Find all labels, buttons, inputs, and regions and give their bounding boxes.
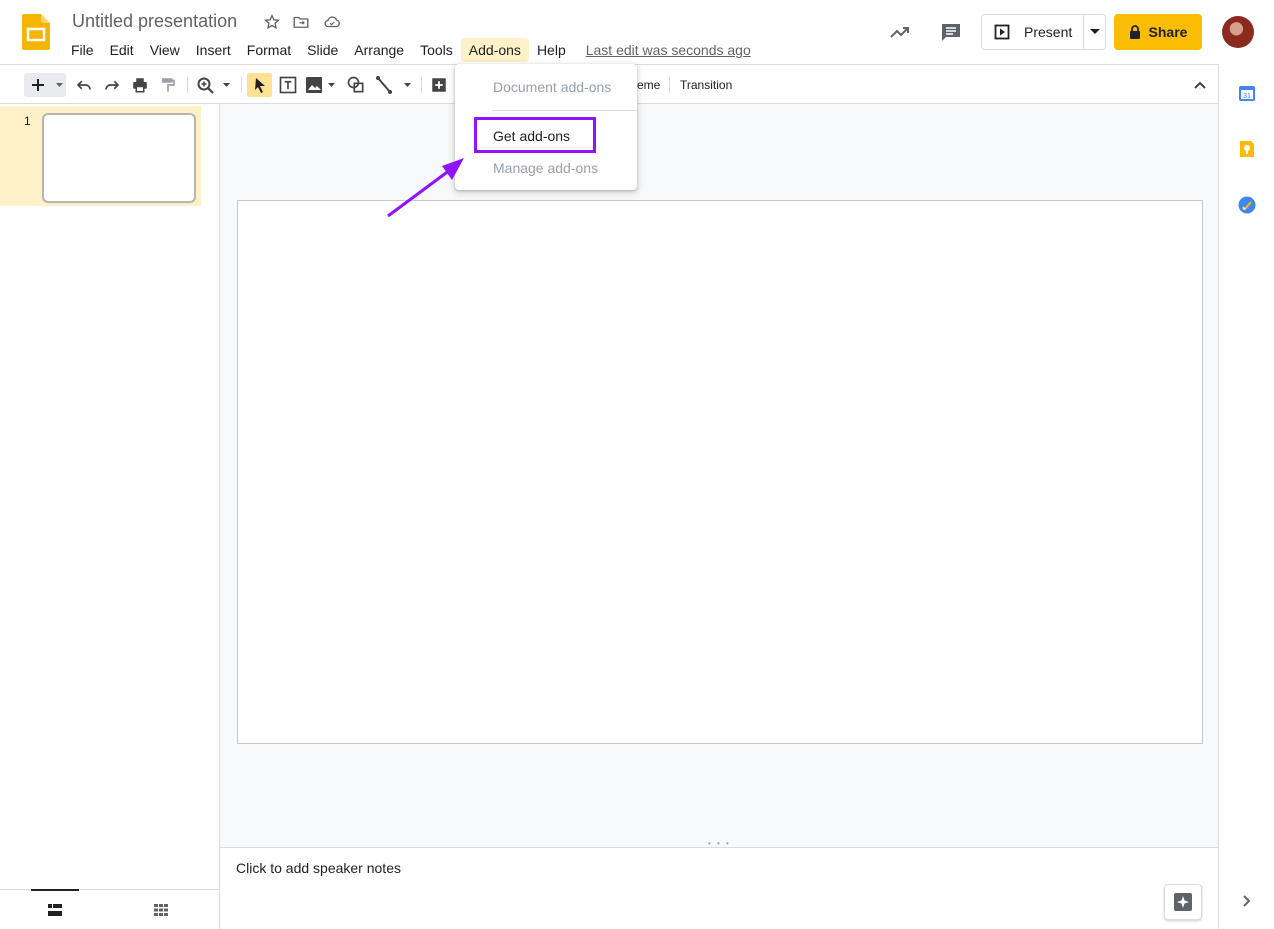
tasks-icon[interactable]: [1238, 196, 1256, 214]
zoom-icon[interactable]: [195, 73, 235, 97]
menu-view[interactable]: View: [142, 38, 188, 62]
cloud-saved-icon[interactable]: [323, 13, 341, 31]
slide-number: 1: [24, 114, 31, 128]
chevron-right-icon[interactable]: [1242, 894, 1252, 908]
menu-edit[interactable]: Edit: [102, 38, 142, 62]
chevron-up-icon[interactable]: [1190, 73, 1210, 97]
side-panel: 31: [1218, 64, 1274, 929]
share-button[interactable]: Share: [1114, 14, 1202, 50]
editor-canvas-area: [220, 104, 1218, 839]
document-title[interactable]: Untitled presentation: [72, 11, 237, 32]
drag-dots-icon: • • •: [708, 839, 731, 848]
lock-icon: [1129, 25, 1140, 39]
annotation-highlight-box: [474, 117, 596, 153]
text-box-icon[interactable]: [276, 73, 300, 97]
speaker-notes-placeholder[interactable]: Click to add speaker notes: [236, 860, 401, 876]
last-edit-link[interactable]: Last edit was seconds ago: [586, 42, 751, 58]
slide-thumbnail-row[interactable]: 1: [0, 106, 201, 206]
share-label: Share: [1148, 24, 1188, 40]
caret-down-icon: [1089, 29, 1100, 34]
avatar[interactable]: [1222, 16, 1254, 48]
annotation-arrow-icon: [387, 158, 464, 218]
menu-divider: [492, 110, 637, 111]
calendar-icon[interactable]: 31: [1238, 84, 1256, 102]
menu-format[interactable]: Format: [239, 38, 299, 62]
filmstrip-footer: [0, 889, 219, 929]
print-icon[interactable]: [129, 73, 151, 97]
cursor-icon[interactable]: [247, 73, 272, 97]
present-dropdown-button[interactable]: [1083, 15, 1105, 49]
grid-view-icon[interactable]: [137, 890, 185, 929]
menu-file[interactable]: File: [63, 38, 102, 62]
menu-bar: File Edit View Insert Format Slide Arran…: [63, 38, 751, 62]
theme-button[interactable]: eme: [637, 78, 660, 92]
move-folder-icon[interactable]: [292, 13, 310, 31]
calendar-day: 31: [1243, 93, 1251, 100]
line-icon[interactable]: [374, 73, 414, 97]
menu-manage-addons: Manage add-ons: [493, 160, 599, 176]
redo-icon[interactable]: [101, 73, 123, 97]
present-button-group: Present: [981, 14, 1106, 50]
star-icon[interactable]: [263, 13, 281, 31]
comments-icon[interactable]: [939, 20, 963, 44]
transition-button[interactable]: Transition: [680, 78, 732, 92]
image-icon[interactable]: [304, 73, 338, 97]
present-icon: [994, 24, 1010, 40]
notes-resize-handle[interactable]: • • •: [220, 839, 1218, 848]
present-button[interactable]: Present: [982, 15, 1083, 49]
paint-format-icon[interactable]: [157, 73, 179, 97]
filmstrip-view-icon[interactable]: [31, 889, 79, 929]
menu-help[interactable]: Help: [529, 38, 574, 62]
menu-tools[interactable]: Tools: [412, 38, 461, 62]
slides-logo-icon[interactable]: [22, 14, 50, 50]
slide-canvas[interactable]: [237, 200, 1203, 744]
menu-insert[interactable]: Insert: [188, 38, 239, 62]
menu-addons[interactable]: Add-ons: [460, 38, 529, 62]
present-label: Present: [1024, 24, 1073, 40]
explore-button[interactable]: [1164, 884, 1202, 920]
shape-icon[interactable]: [344, 73, 368, 97]
explore-icon: [1174, 893, 1192, 911]
filmstrip: 1: [0, 104, 220, 929]
menu-document-addons: Document add-ons: [493, 79, 612, 95]
menu-arrange[interactable]: Arrange: [346, 38, 412, 62]
slide-thumbnail[interactable]: [42, 113, 196, 203]
new-slide-button[interactable]: [24, 73, 66, 97]
menu-slide[interactable]: Slide: [299, 38, 346, 62]
keep-icon[interactable]: [1238, 140, 1256, 158]
undo-icon[interactable]: [73, 73, 95, 97]
activity-trend-icon[interactable]: [888, 20, 912, 44]
add-comment-icon[interactable]: [428, 73, 450, 97]
